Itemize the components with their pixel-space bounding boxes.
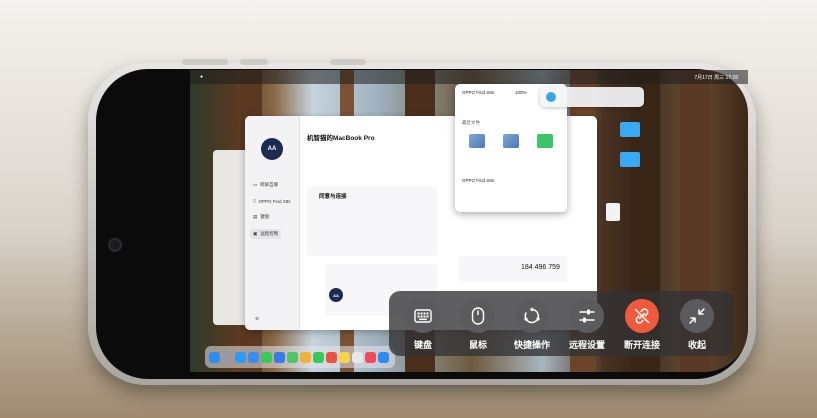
keyboard-icon	[406, 299, 440, 333]
quick-action-button[interactable]: 快捷操作	[506, 299, 558, 351]
collapse-button[interactable]: 收起	[671, 299, 723, 351]
apple-icon[interactable]: ●	[200, 74, 203, 80]
messages-icon[interactable]	[261, 351, 272, 363]
front-camera	[108, 238, 122, 252]
remote-settings-button[interactable]: 远程设置	[561, 299, 613, 351]
collapse-icon	[680, 299, 714, 333]
device-title: 机智猫的MacBook Pro	[307, 135, 375, 142]
mac-menubar: ● 7月17日 周三 17:28	[190, 70, 748, 84]
notification-banner[interactable]	[540, 87, 644, 107]
notes-icon[interactable]	[339, 351, 350, 363]
remote-icon: ▣	[253, 231, 258, 236]
mouse-label: 鼠标	[468, 340, 487, 350]
keyboard-small-icon: ▤	[253, 214, 258, 219]
file-thumbnail[interactable]	[537, 134, 553, 148]
folder-icon[interactable]	[620, 122, 640, 137]
phone-icon: ▯	[253, 198, 256, 203]
folder-icon[interactable]	[620, 152, 640, 167]
mouse-icon	[461, 299, 495, 333]
stat-value: 184 496 759	[521, 264, 560, 271]
volume-button	[182, 59, 228, 65]
disconnect-button[interactable]: 断开连接	[616, 299, 668, 351]
popup-device: OPPO Find X8s	[462, 90, 495, 95]
music-icon[interactable]	[365, 351, 376, 363]
mac-dock	[205, 346, 395, 368]
quick-action-icon	[515, 299, 549, 333]
facetime-icon[interactable]	[313, 351, 324, 363]
mail-icon[interactable]	[274, 351, 285, 363]
keyboard-button[interactable]: 键盘	[397, 299, 449, 351]
collapse-label: 收起	[687, 340, 706, 350]
image-file-icon[interactable]	[606, 203, 620, 221]
mouse-button[interactable]: 鼠标	[452, 299, 504, 351]
sidebar-item-1[interactable]: ▯ OPPO Find X8s	[253, 198, 291, 204]
remote-control-panel: 键盘 鼠标 快捷操作 远程设置 断开连接 收起	[389, 291, 734, 356]
stat-card: 184 496 759	[459, 256, 579, 282]
app-icon[interactable]	[378, 351, 389, 363]
menubar-clock[interactable]: 7月17日 周三 17:28	[694, 74, 738, 81]
keyboard-label: 键盘	[413, 340, 432, 350]
popup-files-label: 最近文件	[462, 120, 480, 125]
appstore-icon[interactable]	[235, 351, 246, 363]
action-button	[330, 59, 366, 65]
devices-icon: ▭	[253, 182, 258, 187]
finder-icon[interactable]	[209, 351, 220, 363]
app-logo: AA	[261, 138, 283, 160]
maps-icon[interactable]	[287, 351, 298, 363]
qr-avatar: AA	[329, 288, 343, 302]
disconnect-label: 断开连接	[623, 340, 660, 350]
calendar-icon[interactable]	[326, 351, 337, 363]
sidebar-item-0[interactable]: ▭ 跨屏互联	[253, 182, 278, 188]
file-thumbnail[interactable]	[503, 134, 519, 148]
file-thumbnail[interactable]	[469, 134, 485, 148]
notification-icon	[546, 92, 556, 102]
volume-button	[240, 59, 268, 65]
sliders-icon	[570, 299, 604, 333]
popup-device-2: OPPO Find X8s	[462, 178, 495, 183]
quick-action-label: 快捷操作	[513, 340, 550, 350]
consent-card: 同意与连接	[307, 186, 437, 256]
consent-title: 同意与连接	[319, 194, 347, 200]
remote-settings-label: 远程设置	[568, 340, 605, 350]
reminders-icon[interactable]	[352, 351, 363, 363]
app-sidebar: AA ▭ 跨屏互联 ▯ OPPO Find X8s ▤ 键盘 ▣ 远程控制 ⚙	[245, 116, 300, 330]
popup-battery: 100%	[515, 90, 527, 95]
photos-icon[interactable]	[300, 351, 311, 363]
settings-icon[interactable]: ⚙	[255, 316, 259, 322]
disconnect-icon	[625, 299, 659, 333]
launchpad-icon[interactable]	[222, 351, 233, 363]
sidebar-item-2[interactable]: ▤ 键盘	[253, 214, 269, 220]
sidebar-item-3[interactable]: ▣ 远程控制	[250, 229, 282, 239]
safari-icon[interactable]	[248, 351, 259, 363]
